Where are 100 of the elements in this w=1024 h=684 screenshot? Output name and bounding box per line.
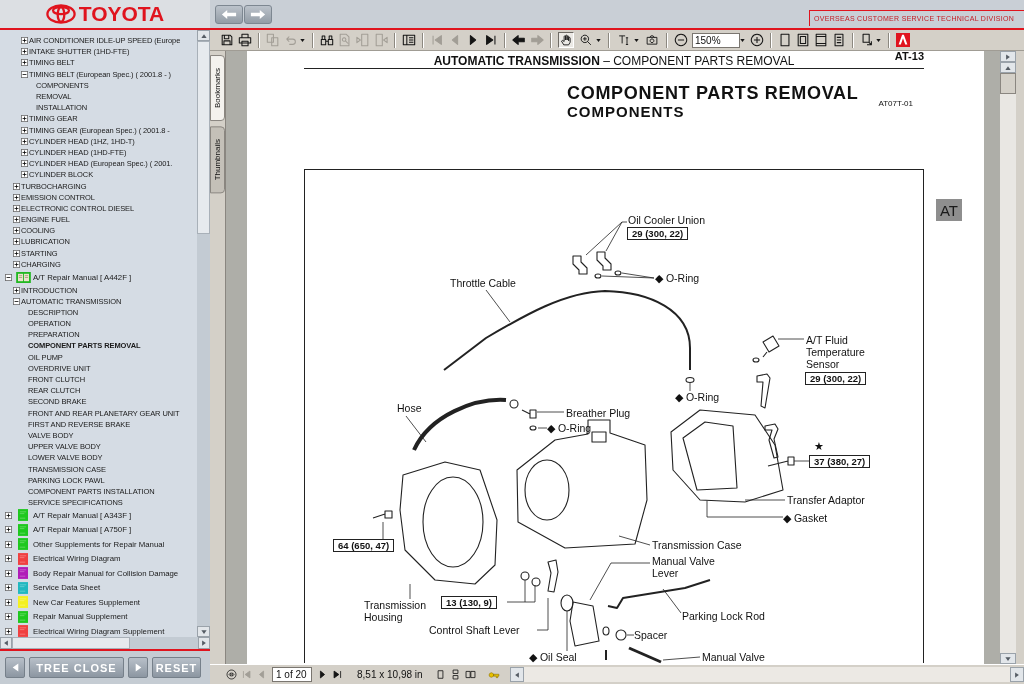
expand-icon[interactable] xyxy=(5,613,12,621)
expand-icon[interactable] xyxy=(21,160,28,168)
facing-pages-icon[interactable] xyxy=(464,669,476,680)
o-ring xyxy=(529,425,537,431)
scroll-left-button[interactable] xyxy=(0,637,12,649)
caret-icon[interactable] xyxy=(300,37,305,43)
expand-icon[interactable] xyxy=(5,540,12,548)
camera-icon[interactable] xyxy=(644,32,660,48)
next-page-icon[interactable] xyxy=(317,669,328,680)
expand-icon[interactable] xyxy=(5,627,12,635)
o-ring xyxy=(752,357,760,363)
print-icon[interactable] xyxy=(238,33,252,47)
expand-icon[interactable] xyxy=(13,216,20,224)
expand-icon[interactable] xyxy=(5,569,12,577)
leader-line xyxy=(626,634,635,636)
section-index-marker: AT xyxy=(936,199,962,221)
expand-icon[interactable] xyxy=(5,526,12,534)
last-page-icon[interactable] xyxy=(484,33,498,47)
scroll-up-button[interactable] xyxy=(197,30,210,41)
split-button[interactable] xyxy=(1000,51,1016,62)
union-fitting xyxy=(596,251,612,271)
figure-code: AT07T-01 xyxy=(878,99,913,108)
torque-value: 29 (300, 22) xyxy=(805,372,867,385)
callout-label: A/T Fluid Temperature Sensor xyxy=(806,334,866,370)
expand-icon[interactable] xyxy=(13,182,20,190)
expand-icon[interactable] xyxy=(21,59,28,67)
logo-icon[interactable] xyxy=(896,33,910,47)
caret-icon[interactable] xyxy=(876,37,881,43)
panel-icon[interactable] xyxy=(402,33,416,47)
expand-icon[interactable] xyxy=(13,238,20,246)
expand-icon[interactable] xyxy=(21,171,28,179)
forward-button[interactable] xyxy=(244,5,272,24)
collapse-icon[interactable] xyxy=(5,273,12,281)
panel-tab[interactable]: Thumbnails xyxy=(210,126,225,194)
scrollbar-thumb[interactable] xyxy=(1000,73,1016,94)
expand-icon[interactable] xyxy=(21,37,28,45)
expand-icon[interactable] xyxy=(5,555,12,563)
scroll-right-button[interactable] xyxy=(198,637,210,649)
framed-page-icon[interactable] xyxy=(796,33,810,47)
save-icon[interactable] xyxy=(220,33,234,47)
expand-icon[interactable] xyxy=(5,598,12,606)
scroll-right-button[interactable] xyxy=(1010,667,1024,682)
back-button[interactable] xyxy=(215,5,243,24)
leader-line xyxy=(536,411,565,413)
leader-line xyxy=(662,588,682,614)
last-page-icon[interactable] xyxy=(332,669,343,680)
expand-icon[interactable] xyxy=(13,204,20,212)
leader-line xyxy=(793,460,810,462)
callout-label: Transmission Housing xyxy=(364,599,428,623)
single-page-icon[interactable] xyxy=(434,669,446,680)
expand-icon[interactable] xyxy=(13,260,20,268)
collapse-icon[interactable] xyxy=(13,297,20,305)
page-width-icon[interactable] xyxy=(814,33,828,47)
scroll-up-button[interactable] xyxy=(1000,62,1016,73)
expand-icon[interactable] xyxy=(21,137,28,145)
expand-icon[interactable] xyxy=(21,126,28,134)
oil-seal xyxy=(560,594,574,612)
ring xyxy=(602,626,610,636)
expand-icon[interactable] xyxy=(13,193,20,201)
scroll-down-button[interactable] xyxy=(197,626,210,637)
binoculars-icon[interactable] xyxy=(320,33,334,47)
triangle-up-icon xyxy=(200,32,207,39)
continuous-pages-icon[interactable] xyxy=(449,669,461,680)
caret-icon[interactable] xyxy=(596,37,601,43)
expand-icon[interactable] xyxy=(5,511,12,519)
expand-icon[interactable] xyxy=(21,48,28,56)
o-ring xyxy=(614,270,622,276)
expand-icon[interactable] xyxy=(13,227,20,235)
expand-icon[interactable] xyxy=(21,148,28,156)
zoom-field[interactable]: 150% xyxy=(692,32,740,48)
bracket xyxy=(764,423,779,459)
page-rotate-icon[interactable] xyxy=(860,33,874,47)
hand-icon[interactable] xyxy=(558,32,574,48)
callout-label: ◆ Oil Seal xyxy=(529,651,577,663)
caret-icon[interactable] xyxy=(634,37,639,43)
page-lines-icon[interactable] xyxy=(832,33,846,47)
expand-icon[interactable] xyxy=(13,249,20,257)
magnifier-icon[interactable] xyxy=(578,32,594,48)
scroll-left-button[interactable] xyxy=(509,667,524,682)
panel-tab[interactable]: Bookmarks xyxy=(210,55,225,121)
single-page-icon[interactable] xyxy=(778,33,792,47)
navigation-toggle-icon[interactable] xyxy=(226,669,237,680)
scrollbar-thumb[interactable] xyxy=(12,637,130,649)
running-head: AUTOMATIC TRANSMISSION – COMPONENT PARTS REMOVAL xyxy=(433,54,795,68)
scroll-down-button[interactable] xyxy=(1000,653,1016,664)
page-field[interactable]: 1 of 20 xyxy=(272,667,312,682)
expand-icon[interactable] xyxy=(21,115,28,123)
back-arrow-icon[interactable] xyxy=(512,33,526,47)
expand-icon[interactable] xyxy=(5,584,12,592)
expand-icon[interactable] xyxy=(13,286,20,294)
scrollbar-thumb[interactable] xyxy=(197,41,210,234)
collapse-icon[interactable] xyxy=(21,70,28,78)
callout-label: Hose xyxy=(397,402,422,414)
next-button[interactable] xyxy=(128,657,148,678)
torque-value: 29 (300, 22) xyxy=(627,227,689,240)
zoom-in-icon[interactable] xyxy=(750,33,764,47)
control-shaft-lever xyxy=(547,559,559,593)
previous-button[interactable] xyxy=(5,657,25,678)
zoom-out-icon[interactable] xyxy=(674,33,688,47)
triangle-down-icon xyxy=(200,628,207,635)
